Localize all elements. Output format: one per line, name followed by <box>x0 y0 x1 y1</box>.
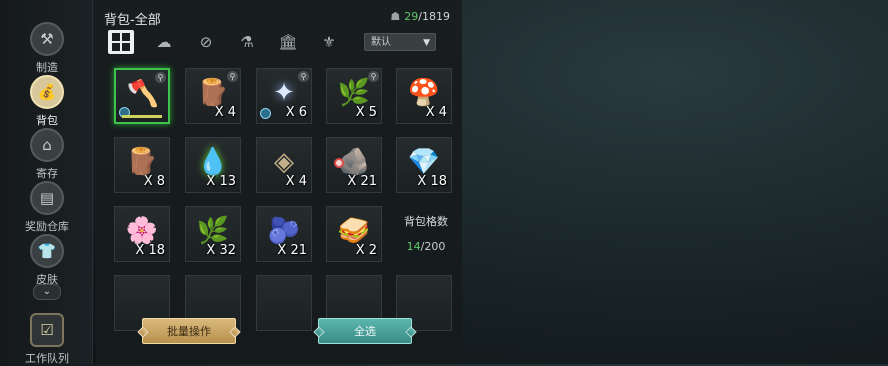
nav-craft-label: 制造 <box>36 61 58 74</box>
item-quantity: X 5 <box>355 105 377 120</box>
crafting-table-icon: ⚜ <box>322 33 336 51</box>
inventory-slot-fiber-leaves[interactable]: 🌿 X 32 <box>185 206 241 262</box>
nav-craft[interactable]: ⚒ 制造 <box>8 22 86 75</box>
item-quantity: X 13 <box>206 174 236 189</box>
chevron-down-icon[interactable]: ⌄ <box>33 284 61 300</box>
side-nav: ⚒ 制造 💰 背包 ⌂ 寄存 ▤ 奖励仓库 👕 皮肤 ⌄ ☑ 工作队列 <box>0 0 93 366</box>
materials-icon: ☁ <box>156 33 172 51</box>
lock-icon: ⚲ <box>155 72 166 83</box>
nav-reward-warehouse[interactable]: ▤ 奖励仓库 <box>8 181 86 234</box>
inventory-slot-orchid[interactable]: 🌸 X 18 <box>114 206 170 262</box>
weight-icon: ☗ <box>390 10 401 23</box>
lock-icon: ⚲ <box>227 71 238 82</box>
target-marker-icon <box>334 158 344 168</box>
page-title: 背包-全部 <box>104 13 161 28</box>
dropdown-arrow-icon: ▼ <box>423 38 430 48</box>
craft-icon: ⚒ <box>30 22 64 56</box>
tab-all[interactable] <box>108 30 134 54</box>
lock-icon: ⚲ <box>298 71 309 82</box>
inventory-slot-axe[interactable]: 🪓 ⚲ <box>114 68 170 124</box>
item-quantity: X 2 <box>355 243 377 258</box>
inventory-slot-sandwich[interactable]: 🥪 X 2 <box>326 206 382 262</box>
item-quantity: X 6 <box>285 105 307 120</box>
item-quantity: X 21 <box>347 174 377 189</box>
nav-skin[interactable]: 👕 皮肤 <box>8 234 86 287</box>
bag-capacity: 背包格数 14/200 <box>396 213 456 253</box>
inventory-slot-wood-logs[interactable]: 🪵 X 8 <box>114 137 170 193</box>
tab-potion[interactable]: ⚗ <box>234 30 260 54</box>
batch-operation-button[interactable]: 批量操作 <box>137 318 241 344</box>
bag-capacity-label: 背包格数 <box>404 215 448 228</box>
reward-warehouse-icon: ▤ <box>30 181 64 215</box>
durability-bar <box>122 115 162 118</box>
item-quantity: X 4 <box>214 105 236 120</box>
inventory-slot-wood-logs[interactable]: 🪵 ⚲ X 4 <box>185 68 241 124</box>
item-quantity: X 4 <box>285 174 307 189</box>
sort-label: 默认 <box>371 37 391 48</box>
batch-operation-label: 批量操作 <box>167 325 211 338</box>
tab-crafting-table[interactable]: ⚜ <box>316 30 342 54</box>
tab-materials[interactable]: ☁ <box>151 30 177 54</box>
inventory-slot-crystal[interactable]: 💎 X 18 <box>396 137 452 193</box>
work-queue-icon: ☑ <box>30 313 64 347</box>
inventory-slot-fiber-leaves[interactable]: 🌿 ⚲ X 5 <box>326 68 382 124</box>
inventory-slot-blackberries[interactable]: 🫐 X 21 <box>256 206 312 262</box>
nav-storage-label: 寄存 <box>36 167 58 180</box>
nav-bag-label: 背包 <box>36 114 58 127</box>
item-quantity: X 8 <box>143 174 165 189</box>
potion-icon: ⚗ <box>240 33 254 51</box>
inventory-slot-ore-chunk[interactable]: ◈ X 4 <box>256 137 312 193</box>
capacity-max: 1819 <box>422 10 450 23</box>
tools-icon: ⊘ <box>199 33 213 51</box>
diamond-ornament-icon <box>313 326 325 338</box>
bag-capacity-value: 14/200 <box>396 240 456 253</box>
weight-capacity: ☗ 29/1819 <box>390 10 450 23</box>
inventory-panel: 背包-全部 ☗ 29/1819 ☁ ⊘ ⚗ 🏛 ⚜ 默认 ▼ 🪓 ⚲ 🪵 ⚲ X … <box>96 0 462 364</box>
sort-dropdown[interactable]: 默认 ▼ <box>364 33 436 51</box>
building-icon: 🏛 <box>278 33 298 51</box>
item-quantity: X 21 <box>277 243 307 258</box>
select-all-label: 全选 <box>354 325 376 338</box>
bag-icon: 💰 <box>30 75 64 109</box>
capacity-current: 29 <box>404 10 419 23</box>
select-all-button[interactable]: 全选 <box>313 318 417 344</box>
storage-icon: ⌂ <box>30 128 64 162</box>
nav-bag[interactable]: 💰 背包 <box>8 75 86 128</box>
tab-tools[interactable]: ⊘ <box>193 30 219 54</box>
nav-storage[interactable]: ⌂ 寄存 <box>8 128 86 181</box>
nav-reward-warehouse-label: 奖励仓库 <box>25 220 69 233</box>
inventory-slot-empty[interactable] <box>256 275 312 331</box>
bag-capacity-max: 200 <box>424 240 446 253</box>
item-quantity: X 18 <box>135 243 165 258</box>
item-quantity: X 4 <box>425 105 447 120</box>
item-quantity: X 18 <box>417 174 447 189</box>
inventory-slot-stone[interactable]: 🪨 X 21 <box>326 137 382 193</box>
item-quantity: X 32 <box>206 243 236 258</box>
work-queue-button[interactable]: ☑ 工作队列 <box>8 313 86 366</box>
tab-building[interactable]: 🏛 <box>275 30 301 54</box>
inventory-slot-mushroom[interactable]: 🍄 X 4 <box>396 68 452 124</box>
bag-capacity-current: 14 <box>406 240 421 253</box>
all-grid-icon <box>112 33 130 51</box>
gem-socket-icon <box>260 108 271 119</box>
inventory-slot-green-essence[interactable]: 💧 X 13 <box>185 137 241 193</box>
lock-icon: ⚲ <box>368 71 379 82</box>
inventory-slot-glowing-essence[interactable]: ✦ ⚲ X 6 <box>256 68 312 124</box>
skin-icon: 👕 <box>30 234 64 268</box>
